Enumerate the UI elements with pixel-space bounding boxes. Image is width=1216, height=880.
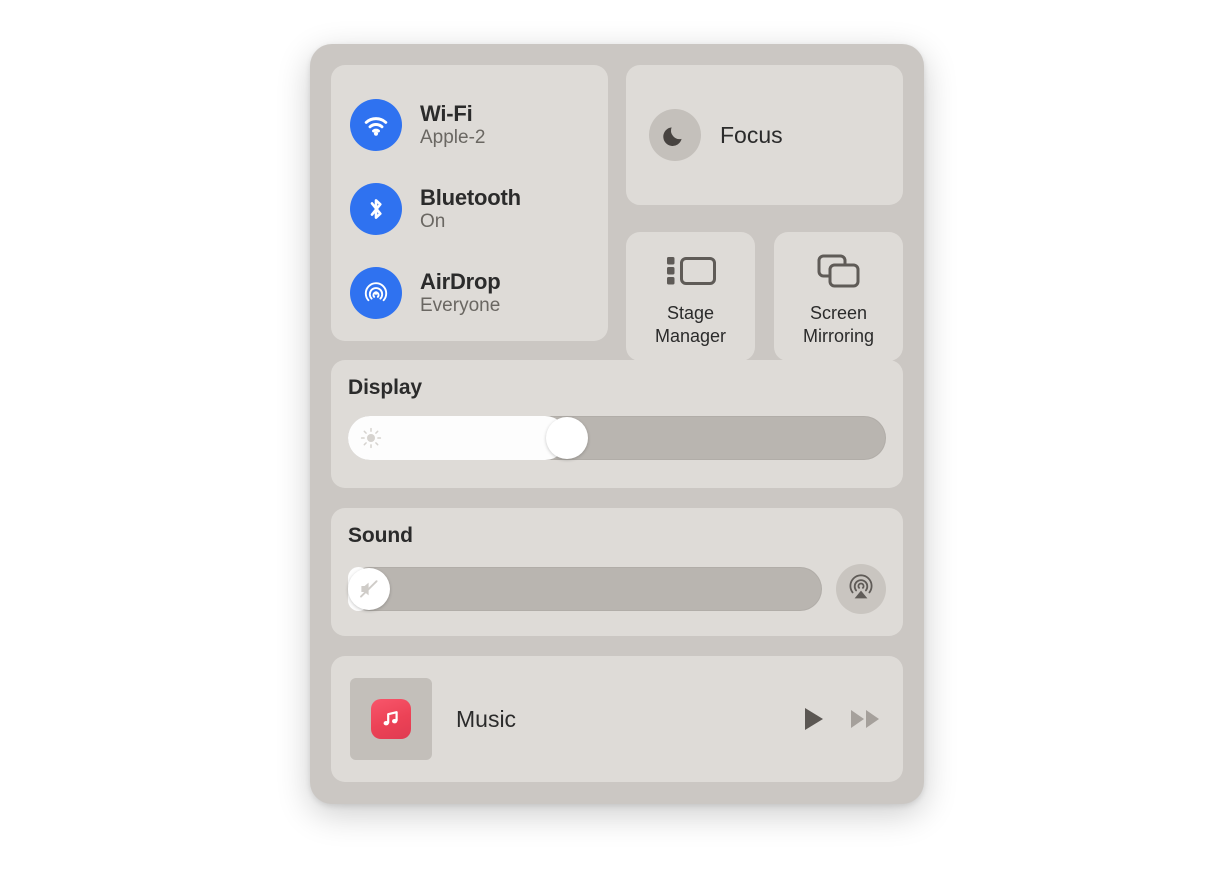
moon-icon bbox=[663, 127, 682, 146]
music-app-name: Music bbox=[456, 705, 517, 732]
connectivity-row-bluetooth[interactable]: Bluetooth On bbox=[331, 167, 608, 251]
sound-tile: Sound bbox=[331, 508, 903, 636]
wifi-text-block: Wi-Fi Apple-2 bbox=[420, 100, 486, 149]
screen-mirroring-label-line1: Screen bbox=[809, 303, 868, 324]
volume-slider[interactable] bbox=[348, 567, 822, 611]
music-note-icon bbox=[383, 711, 398, 726]
wifi-icon bbox=[364, 117, 388, 136]
wifi-status: Apple-2 bbox=[420, 127, 486, 149]
wifi-title: Wi-Fi bbox=[420, 100, 473, 126]
stage-manager-icon bbox=[666, 257, 716, 286]
bluetooth-icon bbox=[370, 199, 382, 219]
focus-toggle-button[interactable] bbox=[649, 109, 701, 161]
stage-manager-label-line1: Stage bbox=[666, 303, 715, 324]
display-label: Display bbox=[348, 376, 422, 399]
bluetooth-toggle-button[interactable] bbox=[350, 183, 402, 235]
music-app-icon-wrap bbox=[371, 699, 411, 739]
connectivity-tile: Wi-Fi Apple-2 Bluetooth On AirDrop Every… bbox=[331, 65, 608, 341]
airdrop-toggle-button[interactable] bbox=[350, 267, 402, 319]
play-button[interactable] bbox=[801, 705, 827, 733]
stage-manager-label-line2: Manager bbox=[654, 325, 727, 346]
stage-manager-tile[interactable]: Stage Manager bbox=[626, 232, 755, 361]
wifi-toggle-button[interactable] bbox=[350, 99, 402, 151]
screen-mirroring-icon-wrap bbox=[816, 250, 862, 292]
music-artwork bbox=[350, 678, 432, 760]
brightness-slider[interactable] bbox=[348, 416, 886, 460]
brightness-icon-wrap bbox=[360, 427, 382, 449]
brightness-slider-knob[interactable] bbox=[546, 417, 589, 459]
display-tile: Display bbox=[331, 360, 903, 488]
screen-mirroring-icon bbox=[817, 254, 859, 288]
music-tile: Music bbox=[331, 656, 903, 782]
airdrop-text-block: AirDrop Everyone bbox=[420, 268, 501, 317]
sound-label: Sound bbox=[348, 524, 413, 547]
airdrop-title: AirDrop bbox=[420, 268, 501, 294]
focus-label: Focus bbox=[720, 121, 783, 148]
airplay-audio-button[interactable] bbox=[836, 564, 886, 614]
connectivity-row-airdrop[interactable]: AirDrop Everyone bbox=[331, 251, 608, 335]
volume-slider-knob[interactable] bbox=[348, 568, 390, 610]
fast-forward-icon bbox=[851, 710, 879, 728]
screen-mirroring-tile[interactable]: Screen Mirroring bbox=[774, 232, 903, 361]
bluetooth-text-block: Bluetooth On bbox=[420, 184, 521, 233]
stage-manager-icon-wrap bbox=[665, 250, 717, 292]
focus-tile[interactable]: Focus bbox=[626, 65, 903, 205]
brightness-icon bbox=[360, 427, 382, 449]
connectivity-row-wifi[interactable]: Wi-Fi Apple-2 bbox=[331, 83, 608, 167]
airdrop-status: Everyone bbox=[420, 295, 501, 317]
bluetooth-status: On bbox=[420, 211, 446, 233]
play-icon bbox=[805, 708, 823, 730]
control-center-panel: Wi-Fi Apple-2 Bluetooth On AirDrop Every… bbox=[310, 44, 924, 804]
airdrop-icon bbox=[364, 282, 388, 302]
screen-mirroring-label-line2: Mirroring bbox=[802, 325, 874, 346]
bluetooth-title: Bluetooth bbox=[420, 184, 521, 210]
next-track-button[interactable] bbox=[849, 706, 883, 732]
airplay-audio-icon bbox=[849, 574, 873, 599]
speaker-mute-icon bbox=[360, 580, 378, 598]
screen-mirroring-label: Screen Mirroring bbox=[803, 302, 874, 347]
stage-manager-label: Stage Manager bbox=[655, 302, 726, 347]
